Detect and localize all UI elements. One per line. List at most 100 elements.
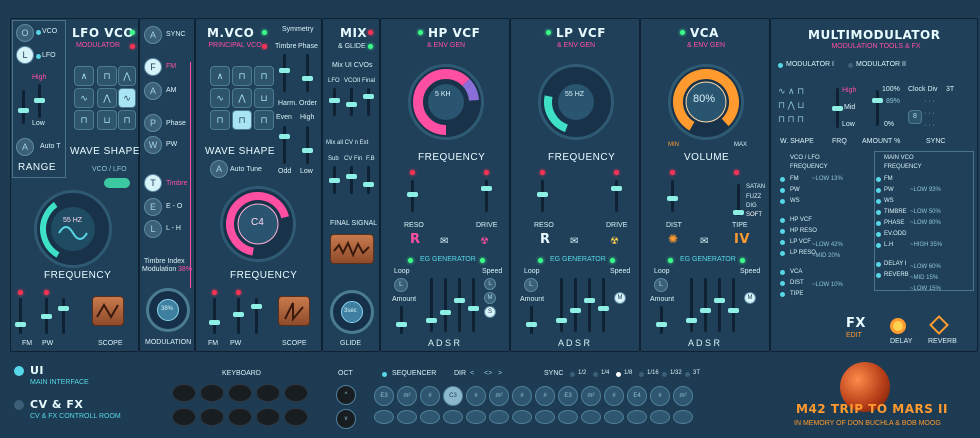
mm-right-dot[interactable] (876, 243, 881, 248)
sequencer-step[interactable]: # (604, 386, 624, 406)
vca-speed-m[interactable]: M (744, 292, 756, 304)
mvco-pw-slider[interactable] (233, 298, 244, 334)
oct-down-button[interactable]: v (336, 409, 356, 429)
eo-button[interactable]: E (144, 198, 162, 216)
lfo-pw-slider[interactable] (41, 298, 52, 334)
sequencer-step[interactable]: E3 (558, 386, 578, 406)
vca-d-slider[interactable] (700, 278, 711, 332)
hp-speed-l[interactable]: L (484, 278, 496, 290)
sync-button[interactable]: A (144, 26, 162, 44)
vca-a-slider[interactable] (686, 278, 697, 332)
hp-d-slider[interactable] (440, 278, 451, 332)
keyboard-key[interactable] (172, 384, 196, 402)
mix-cvfm-slider[interactable] (346, 166, 357, 194)
mm-right-dot[interactable] (876, 188, 881, 193)
lfo-wave-pulse[interactable]: ⊓ (97, 66, 117, 86)
mvco-wave-6[interactable]: ⊔ (254, 88, 274, 108)
mix-vcoii-slider[interactable] (346, 88, 357, 116)
sync-div-dot[interactable] (616, 372, 621, 377)
lp-loop-button[interactable]: L (524, 278, 538, 292)
keyboard-key[interactable] (200, 408, 224, 426)
sequencer-step-lower[interactable] (374, 410, 394, 424)
fm-button[interactable]: F (144, 58, 162, 76)
sequencer-step-lower[interactable] (581, 410, 601, 424)
ui-nav-title[interactable]: UI (30, 364, 44, 377)
keyboard-key[interactable] (200, 384, 224, 402)
phase-button[interactable]: P (144, 114, 162, 132)
sequencer-step[interactable]: m² (489, 386, 509, 406)
hp-s-slider[interactable] (454, 278, 465, 332)
mod1-tab[interactable]: MODULATOR I (786, 61, 834, 68)
sequencer-step[interactable]: # (512, 386, 532, 406)
sequencer-step[interactable]: # (535, 386, 555, 406)
cvfx-nav-indicator[interactable] (14, 400, 24, 410)
keyboard-key[interactable] (284, 384, 308, 402)
edit-label[interactable]: EDIT (846, 332, 862, 339)
lfo-fm-slider[interactable] (15, 298, 26, 334)
range-slider-2[interactable] (18, 90, 29, 124)
mm-left-dot[interactable] (780, 292, 785, 297)
sequencer-step[interactable]: m² (673, 386, 693, 406)
sequencer-step-lower[interactable] (512, 410, 532, 424)
phase-slider[interactable] (302, 54, 313, 92)
lp-a-slider[interactable] (556, 278, 567, 332)
keyboard-key[interactable] (256, 384, 280, 402)
vca-r-slider[interactable] (728, 278, 739, 332)
lp-drive-slider[interactable] (611, 180, 622, 212)
vca-dist-slider[interactable] (667, 180, 678, 212)
mvco-frequency-knob[interactable]: C4 (220, 186, 296, 262)
sync-div-dot[interactable] (570, 372, 575, 377)
mm-left-dot[interactable] (780, 177, 785, 182)
mm-right-dot[interactable] (876, 262, 881, 267)
hp-loop-button[interactable]: L (394, 278, 408, 292)
sequencer-step[interactable]: C3 (443, 386, 463, 406)
mm-right-dot[interactable] (876, 177, 881, 182)
dir-button[interactable]: > (498, 370, 502, 377)
sequencer-step-lower[interactable] (650, 410, 670, 424)
lp-reso-slider[interactable] (537, 180, 548, 212)
sync-div-dot[interactable] (593, 372, 598, 377)
keyboard-key[interactable] (256, 408, 280, 426)
sequencer-step-lower[interactable] (535, 410, 555, 424)
mm-left-dot[interactable] (780, 251, 785, 256)
sequencer-step[interactable]: # (466, 386, 486, 406)
mm-right-dot[interactable] (876, 273, 881, 278)
lp-d-slider[interactable] (570, 278, 581, 332)
cvfx-nav-title[interactable]: CV & FX (30, 398, 83, 411)
keyboard-key[interactable] (228, 408, 252, 426)
sequencer-step[interactable]: E3 (374, 386, 394, 406)
mvco-wave-4[interactable]: ∿ (210, 88, 230, 108)
mm-wave-grid[interactable]: ∿ ∧ ⊓ ⊓ ⋀ ⊔ ⊓ ⊓ ⊓ (778, 84, 804, 126)
dir-button[interactable]: < (470, 370, 474, 377)
auto-tune-button[interactable]: A (210, 160, 228, 178)
mvco-wave-1[interactable]: ∧ (210, 66, 230, 86)
hp-reso-slider[interactable] (407, 180, 418, 212)
lp-frequency-knob[interactable]: 55 HZ (538, 64, 614, 140)
sequencer-step[interactable]: # (420, 386, 440, 406)
lfo-l-button[interactable]: L (16, 46, 34, 64)
mm-right-dot[interactable] (876, 210, 881, 215)
sequencer-step-lower[interactable] (397, 410, 417, 424)
mm-left-dot[interactable] (780, 188, 785, 193)
hp-frequency-knob[interactable]: 5 KH (408, 64, 484, 140)
mix-fb-slider[interactable] (363, 166, 374, 194)
sync-div-dot[interactable] (662, 372, 667, 377)
mvco-wave-7[interactable]: ⊓ (210, 110, 230, 130)
lfo-wave-noise[interactable]: ⋀ (118, 66, 136, 86)
sync-div-dot[interactable] (639, 372, 644, 377)
mm-right-dot[interactable] (876, 199, 881, 204)
mix-final-slider[interactable] (363, 88, 374, 116)
sequencer-step[interactable]: m² (581, 386, 601, 406)
ui-nav-indicator[interactable] (14, 366, 24, 376)
even-slider[interactable] (279, 126, 290, 164)
vca-volume-knob[interactable]: 80% (668, 64, 744, 140)
mm-left-dot[interactable] (780, 229, 785, 234)
sequencer-step-lower[interactable] (443, 410, 463, 424)
mm-left-dot[interactable] (780, 240, 785, 245)
glide-knob[interactable]: 3sec (330, 290, 374, 334)
mm-right-dot[interactable] (876, 232, 881, 237)
lfo-wave-sine[interactable]: ∿ (74, 88, 94, 108)
sequencer-step-lower[interactable] (604, 410, 624, 424)
sequencer-step-lower[interactable] (466, 410, 486, 424)
keyboard-key[interactable] (172, 408, 196, 426)
